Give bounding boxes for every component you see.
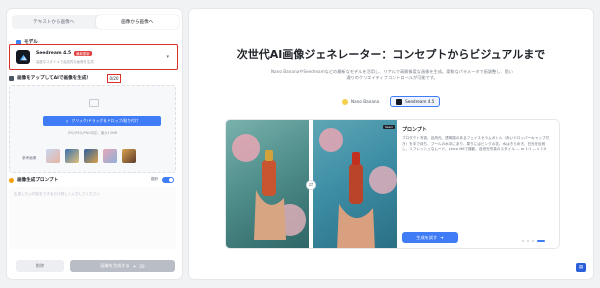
reference-thumbnail-1[interactable] <box>46 149 60 163</box>
model-name: Seedream 4.5 最新更新 <box>36 51 92 56</box>
prompt-icon <box>9 177 14 183</box>
page-subtitle: Nano BananaやSeedreamなどの最新なモデルを活用し、リアルで高解… <box>271 69 513 81</box>
prompt-section-text: 画像生成プロンプト <box>17 178 59 183</box>
tab-nano-banana[interactable]: Nano Banana <box>337 96 384 107</box>
book-icon[interactable]: ▤ <box>576 263 586 272</box>
prompt-input[interactable]: 生成したい内容をできるだけ詳しく入力してください <box>9 187 176 249</box>
carousel-pager <box>522 240 545 242</box>
upload-hint: JPG/JPEG/PNG対応、最大10MB <box>67 131 118 135</box>
reference-thumbnail-2[interactable] <box>65 149 79 163</box>
upload-section-text: 画像をアップしてAIで画像を生成！ <box>17 76 92 81</box>
credit-count: 20 <box>139 263 145 269</box>
pager-dot-active[interactable] <box>537 240 545 242</box>
reference-thumbnail-3[interactable] <box>84 149 98 163</box>
image-icon <box>89 99 99 107</box>
seedream-icon <box>396 98 403 105</box>
showcase-panel: 次世代AI画像ジェネレーター：コンセプトからビジュアルまで Nano Banan… <box>188 8 594 280</box>
model-tabs: Nano Banana Seedream 4.5 <box>337 96 441 107</box>
page-title: 次世代AI画像ジェネレーター：コンセプトからビジュアルまで <box>236 48 546 61</box>
mode-tabs: テキストから画像へ 画像から画像へ <box>12 15 179 29</box>
translate-label: 翻訳 <box>151 177 159 181</box>
arrow-right-icon: ➜ <box>440 235 444 240</box>
upload-button[interactable]: ⇪ クリック/ドラッグ＆ドロップ/貼り付け <box>43 116 161 126</box>
banana-icon <box>342 98 348 105</box>
translate-toggle[interactable] <box>162 177 174 183</box>
pager-dot[interactable] <box>527 240 529 242</box>
model-selector[interactable]: Seedream 4.5 最新更新 高度なスタイルで高品質な画像を生成 ▾ <box>9 44 178 70</box>
upload-arrow-icon: ⇪ <box>65 118 69 124</box>
image-upload-icon <box>9 75 14 81</box>
reference-thumbnail-4[interactable] <box>103 149 117 163</box>
prompt-section-label: 画像生成プロンプト <box>9 177 58 183</box>
upload-section-label: 画像をアップしてAIで画像を生成！ <box>9 75 91 81</box>
example-card: Seed ⇄ プロンプト プロダクト写真、自然光、透明感のあるフェイスセラムボト… <box>225 119 560 249</box>
generate-label: 画像を生成する <box>100 263 130 268</box>
reference-thumbnail-5[interactable] <box>122 149 136 163</box>
tab-seedream[interactable]: Seedream 4.5 <box>390 96 441 107</box>
try-generate-button[interactable]: 生成を試す ➜ <box>402 232 458 243</box>
chevron-down-icon: ▾ <box>166 54 169 60</box>
tab-image-to-image[interactable]: 画像から画像へ <box>95 15 179 29</box>
model-badge: 最新更新 <box>74 51 92 56</box>
model-tag: Seed <box>383 125 395 129</box>
credit-icon: ✦ <box>132 263 137 269</box>
generate-button[interactable]: 画像を生成する ✦ 20 <box>70 260 175 272</box>
reference-image <box>226 120 309 248</box>
tab-text-to-image[interactable]: テキストから画像へ <box>12 15 96 29</box>
pager-dot[interactable] <box>522 240 524 242</box>
prompt-placeholder: 生成したい内容をできるだけ詳しく入力してください <box>14 192 100 196</box>
compare-arrows-icon[interactable]: ⇄ <box>306 180 316 190</box>
prompt-title: プロンプト <box>402 127 427 133</box>
image-count: 0/20 <box>107 74 121 83</box>
generated-image: Seed <box>313 120 397 248</box>
model-description: 高度なスタイルで高品質な画像を生成 <box>36 60 94 64</box>
prompt-text: プロダクト写真、自然光、透明感のあるフェイスセラムボトル（赤いドロッパーキャップ… <box>402 136 550 152</box>
upload-dropzone[interactable]: ⇪ クリック/ドラッグ＆ドロップ/貼り付け JPG/JPEG/PNG対応、最大1… <box>9 85 176 173</box>
reference-label: 参考画像 <box>22 156 37 160</box>
seedream-logo-icon <box>16 50 30 64</box>
pager-dot[interactable] <box>532 240 534 242</box>
clear-button[interactable]: 削除 <box>16 260 64 272</box>
